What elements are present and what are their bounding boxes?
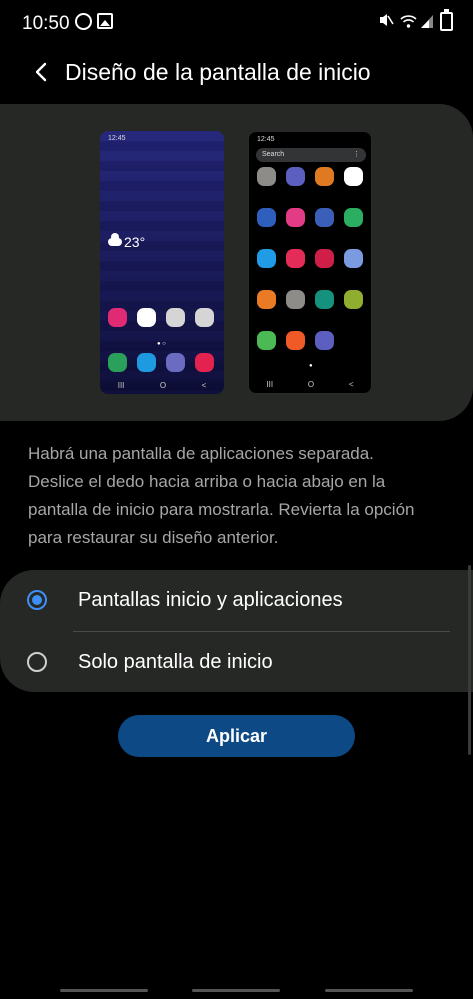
- apply-button[interactable]: Aplicar: [118, 715, 355, 757]
- app-icon: [286, 290, 305, 309]
- app-icon: [257, 249, 276, 268]
- app-icon: [257, 331, 276, 350]
- back-icon: <: [201, 381, 207, 390]
- signal-icon: [420, 13, 436, 29]
- option-home-only[interactable]: Solo pantalla de inicio: [0, 632, 473, 693]
- app-icon: [195, 353, 214, 372]
- weather-widget: 23°: [108, 233, 146, 250]
- app-icon: [108, 353, 127, 372]
- layout-options: Pantallas inicio y aplicaciones Solo pan…: [0, 570, 473, 692]
- app-icon: [344, 208, 363, 227]
- layout-preview: 12:45 23° ● ○ III O < 12:45 Search ⋮ ● I…: [0, 104, 473, 421]
- nav-indicator: [325, 989, 413, 992]
- app-icon: [195, 308, 214, 327]
- recents-icon: III: [266, 380, 274, 389]
- scrollbar: [468, 565, 471, 755]
- recents-icon: III: [117, 381, 125, 390]
- home-icon: O: [159, 381, 167, 390]
- app-icon: [315, 167, 334, 186]
- radio-button[interactable]: [27, 652, 47, 672]
- status-time: 10:50: [22, 13, 70, 34]
- nav-indicator: [60, 989, 148, 992]
- page-indicator: ● ○: [157, 341, 166, 347]
- app-icon: [315, 249, 334, 268]
- home-icon: O: [307, 380, 315, 389]
- app-icon: [257, 167, 276, 186]
- nav-indicator: [192, 989, 280, 992]
- whatsapp-icon: [75, 13, 92, 30]
- app-icon: [108, 308, 127, 327]
- app-icon: [315, 331, 334, 350]
- app-icon: [344, 167, 363, 186]
- back-icon: <: [348, 380, 354, 389]
- chevron-left-icon: [35, 62, 47, 82]
- app-icon: [257, 290, 276, 309]
- mute-icon: [378, 12, 394, 28]
- app-icon: [166, 308, 185, 327]
- back-button[interactable]: [28, 58, 56, 86]
- app-icon: [137, 308, 156, 327]
- search-label: Search: [262, 151, 285, 158]
- cloud-icon: [108, 233, 122, 246]
- wifi-icon: [400, 13, 417, 29]
- battery-charging-icon: [440, 9, 453, 31]
- status-bar: 10:50: [0, 0, 473, 44]
- weather-temperature: 23°: [124, 234, 146, 250]
- gallery-icon: [97, 13, 113, 29]
- app-icon: [286, 208, 305, 227]
- app-icon: [137, 353, 156, 372]
- page-title: Diseño de la pantalla de inicio: [65, 59, 371, 85]
- page-indicator: ●: [309, 363, 313, 369]
- preview-home-screen: 12:45 23° ● ○ III O <: [100, 131, 224, 394]
- preview-navbar: III O <: [100, 381, 224, 390]
- app-icon: [315, 208, 334, 227]
- preview-navbar: III O <: [249, 380, 371, 389]
- preview-apps-screen: 12:45 Search ⋮ ● III O <: [248, 131, 372, 394]
- app-icon: [286, 249, 305, 268]
- app-icon: [286, 167, 305, 186]
- option-home-and-apps[interactable]: Pantallas inicio y aplicaciones: [0, 570, 473, 631]
- app-icon: [344, 290, 363, 309]
- preview-search-bar: Search ⋮: [256, 148, 366, 162]
- radio-button-selected[interactable]: [27, 590, 47, 610]
- app-icon: [257, 208, 276, 227]
- option-label: Pantallas inicio y aplicaciones: [78, 589, 343, 611]
- header: Diseño de la pantalla de inicio: [0, 50, 473, 96]
- preview-time: 12:45: [257, 136, 275, 143]
- app-icon: [166, 353, 185, 372]
- app-icon: [344, 249, 363, 268]
- app-icon: [286, 331, 305, 350]
- option-label: Solo pantalla de inicio: [78, 651, 273, 673]
- app-icon: [315, 290, 334, 309]
- preview-time: 12:45: [108, 135, 126, 142]
- layout-description: Habrá una pantalla de aplicaciones separ…: [28, 444, 415, 547]
- more-icon: ⋮: [353, 151, 360, 158]
